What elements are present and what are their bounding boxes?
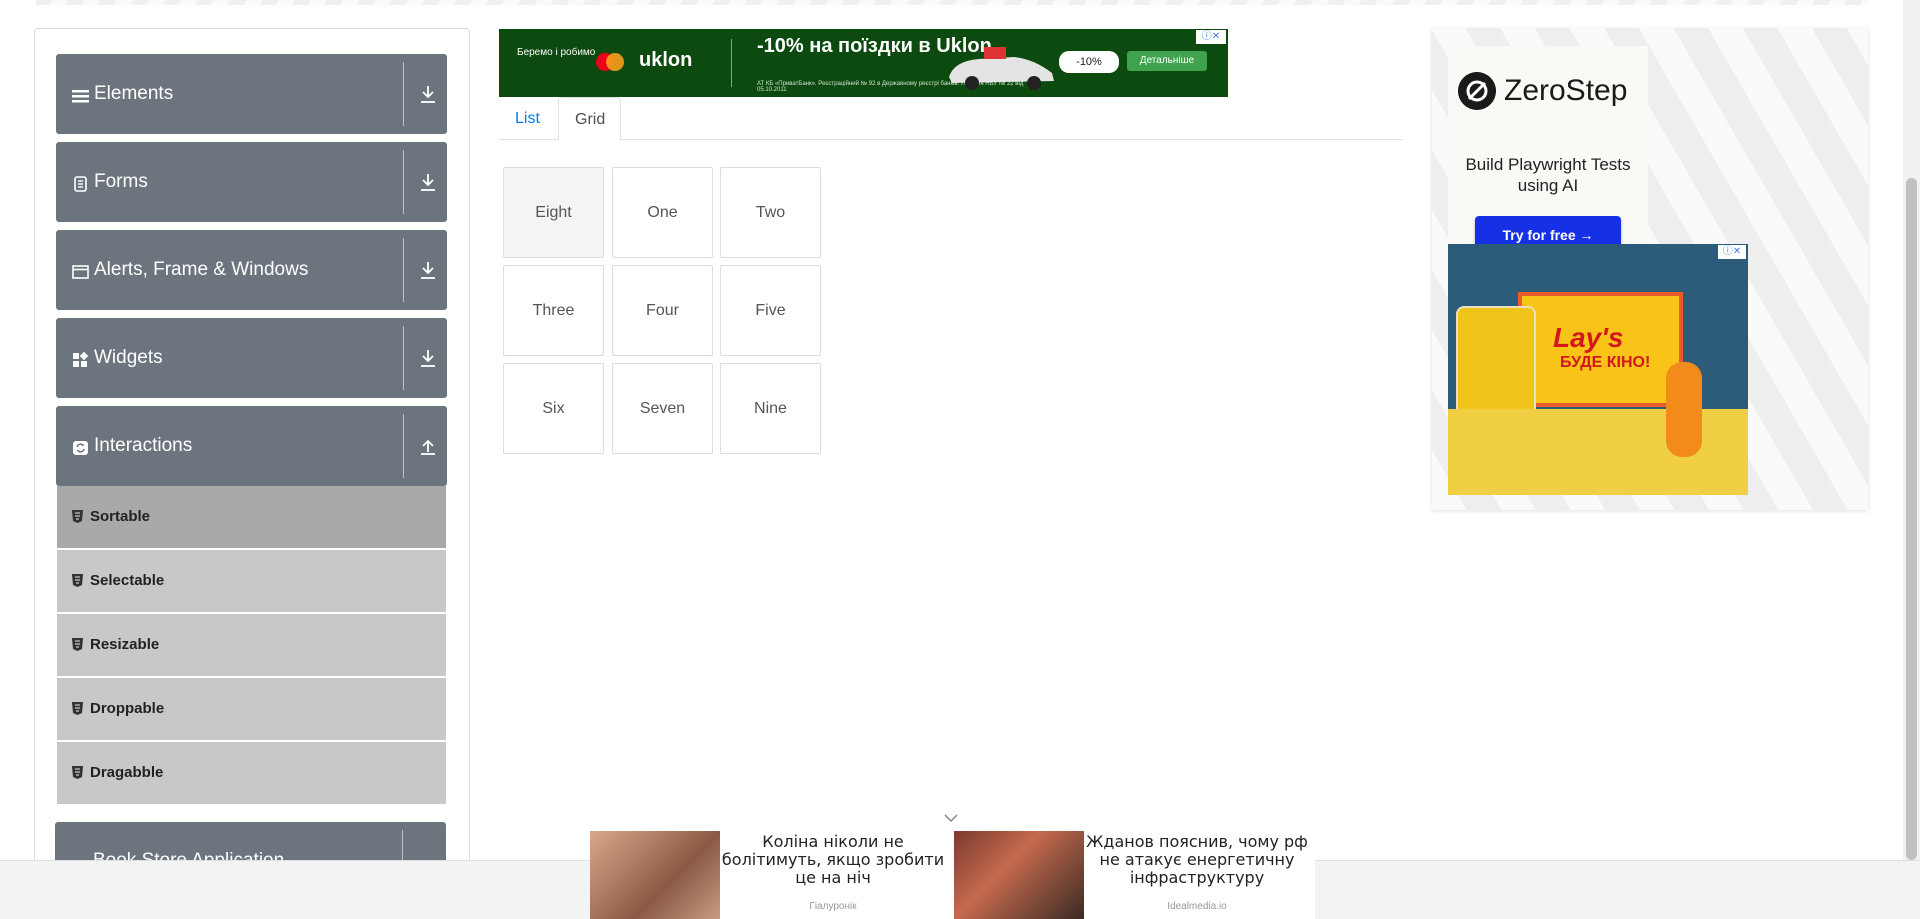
divider (403, 414, 404, 478)
sidebar-item-label: Selectable (90, 572, 165, 589)
window-icon (72, 265, 89, 279)
download-arrow-icon (421, 350, 435, 367)
sidebar-item-label: Dragabble (90, 764, 164, 781)
grid-item[interactable]: Four (612, 265, 713, 356)
chevron-down-icon[interactable] (943, 812, 959, 824)
sidebar: Elements Forms Alerts, Frame & Windows W… (34, 28, 470, 919)
ad-company: uklon (639, 49, 693, 71)
zerostep-ad[interactable]: ZeroStep Build Playwright Tests using AI… (1448, 46, 1648, 256)
grid-item[interactable]: Five (720, 265, 821, 356)
chips-image (1448, 409, 1748, 495)
ad-choices-icon[interactable]: ⓘ✕ (1718, 245, 1746, 259)
native-ad-strip: Коліна ніколи не болітимуть, якщо зробит… (590, 831, 1315, 919)
html5-icon (72, 766, 83, 779)
html5-icon (72, 574, 83, 587)
lays-ad-text: БУДЕ КІНО! (1560, 354, 1651, 371)
list-icon (72, 90, 89, 103)
interactions-icon (73, 441, 88, 455)
ad-source: Idealmedia.io (1167, 901, 1227, 912)
sidebar-group-elements[interactable]: Elements (56, 54, 447, 134)
sidebar-item-droppable[interactable]: Droppable (57, 678, 446, 740)
form-icon (74, 176, 87, 192)
ad-brand: ZeroStep (1504, 74, 1628, 107)
tab-list[interactable]: List (499, 97, 556, 140)
sidebar-group-widgets[interactable]: Widgets (56, 318, 447, 398)
divider (403, 62, 404, 126)
ad-thumbnail-image (954, 831, 1084, 919)
chips-bag-image (1456, 306, 1536, 416)
sidebar-group-label: Widgets (94, 347, 163, 368)
ad-source: Гіалуронік (809, 901, 857, 912)
sidebar-item-label: Resizable (90, 636, 160, 653)
download-arrow-icon (421, 86, 435, 103)
sidebar-item-resizable[interactable]: Resizable (57, 614, 446, 676)
lays-logo: Lay's (1553, 322, 1624, 353)
header-pattern (36, 0, 1868, 5)
mastercard-logo-icon (596, 53, 624, 71)
scrollbar-thumb[interactable] (1906, 178, 1917, 860)
divider (403, 326, 404, 390)
right-ad-panel: ZeroStep Build Playwright Tests using AI… (1432, 28, 1868, 510)
grid-item[interactable]: Seven (612, 363, 713, 454)
sidebar-item-label: Droppable (90, 700, 165, 717)
scrollbar[interactable] (1903, 0, 1920, 860)
grid-item[interactable]: Six (503, 363, 604, 454)
upload-arrow-icon (421, 439, 435, 455)
html5-icon (72, 510, 83, 523)
tab-grid[interactable]: Grid (558, 97, 621, 141)
html5-icon (72, 638, 83, 651)
page: Elements Forms Alerts, Frame & Windows W… (0, 0, 1920, 919)
html5-icon (72, 702, 83, 715)
download-arrow-icon (421, 174, 435, 191)
ad-cta-button[interactable]: Детальніше (1127, 51, 1207, 71)
divider (402, 830, 403, 862)
sidebar-item-sortable[interactable]: Sortable (57, 486, 446, 548)
ad-thumbnail-image (590, 831, 720, 919)
car-image-icon (949, 47, 1054, 90)
divider (403, 238, 404, 302)
grid-item[interactable]: Eight (503, 167, 604, 258)
sidebar-group-label: Alerts, Frame & Windows (94, 259, 309, 280)
lays-ad[interactable]: Lay's БУДЕ КІНО! ⓘ✕ (1448, 244, 1748, 495)
banner-ad[interactable]: Беремо і робимо uklon -10% на поїздки в … (499, 29, 1228, 97)
tab-bar: List Grid (499, 97, 1403, 141)
ad-text: Жданов пояснив, чому рф не атакує енерге… (1086, 832, 1308, 887)
sidebar-group-label: Forms (94, 171, 148, 192)
sidebar-group-forms[interactable]: Forms (56, 142, 447, 222)
download-arrow-icon (421, 262, 435, 279)
ad-badge: -10% (1059, 51, 1119, 73)
ad-tagline: Build Playwright Tests using AI (1465, 155, 1631, 195)
divider (403, 150, 404, 214)
sidebar-group-interactions[interactable]: Interactions (56, 406, 447, 486)
sidebar-group-book-store[interactable]: Book Store Application (55, 822, 446, 862)
sidebar-item-label: Sortable (90, 508, 151, 525)
grid-item[interactable]: Two (720, 167, 821, 258)
sidebar-group-label: Interactions (94, 435, 193, 456)
widgets-icon (73, 352, 89, 367)
sidebar-item-dragabble[interactable]: Dragabble (57, 742, 446, 804)
ad-choices-icon[interactable]: ⓘ✕ (1196, 30, 1226, 44)
zerostep-logo-icon (1458, 72, 1496, 110)
grid-item[interactable]: Three (503, 265, 604, 356)
ad-brand-text: Беремо і робимо (517, 47, 596, 58)
remote-image (1666, 362, 1702, 457)
divider (731, 39, 732, 87)
sidebar-item-selectable[interactable]: Selectable (57, 550, 446, 612)
ad-text: Коліна ніколи не болітимуть, якщо зробит… (721, 832, 945, 887)
sidebar-group-alerts[interactable]: Alerts, Frame & Windows (56, 230, 447, 310)
sidebar-group-label: Elements (94, 83, 174, 104)
grid-item[interactable]: Nine (720, 363, 821, 454)
grid-item[interactable]: One (612, 167, 713, 258)
